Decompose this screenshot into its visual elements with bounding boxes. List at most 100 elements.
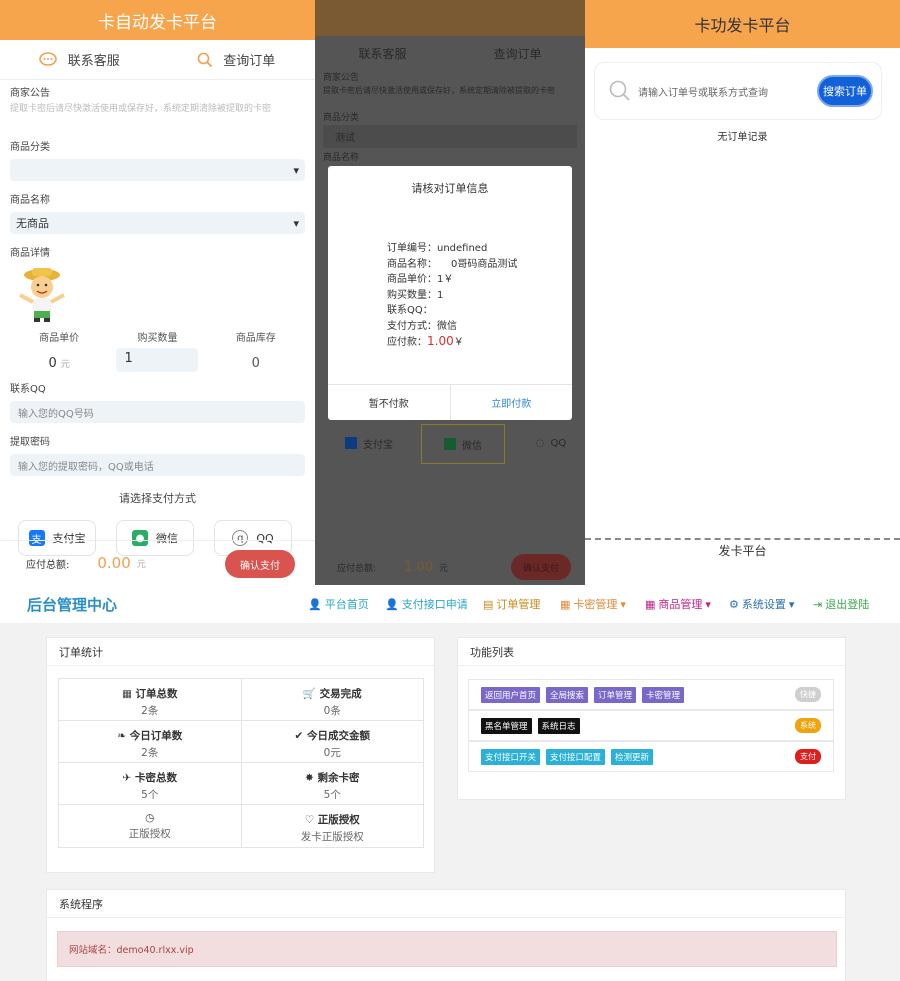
dimmed-total-label: 应付总额: [337, 564, 377, 574]
cart-icon: 🛒 [302, 688, 320, 700]
qty-col: 购买数量 1 [108, 329, 206, 372]
stat-label: 今日成交金额 [306, 730, 370, 742]
product-select[interactable]: 无商品 ▾ [10, 212, 305, 234]
stat-cell: ❧ 今日订单数 2条 [59, 721, 242, 762]
modal-product-name-label: 商品名称： [387, 258, 437, 270]
chat-bubble-icon [38, 51, 58, 68]
blacklist-tag[interactable]: 黑名单管理 [481, 717, 532, 734]
modal-pay-now-button[interactable]: 立即付款 [451, 385, 573, 420]
order-search-input[interactable]: 请输入订单号或联系方式查询 [638, 84, 768, 99]
bottom-platform-title: 发卡平台 [585, 540, 900, 585]
notice-label: 商家公告 [10, 88, 50, 99]
order-confirm-panel: 联系客服 查询订单 商家公告 提取卡密后请尽快激活使用或保存好，系统定期清除被提… [315, 0, 585, 585]
total-label: 应付总额: [26, 559, 70, 571]
qq-input[interactable]: 输入您的QQ号码 [10, 401, 305, 423]
query-header-title: 卡功发卡平台 [585, 0, 900, 48]
pay-badge: 支付 [795, 749, 821, 764]
dimmed-qq-label: QQ [550, 437, 567, 449]
card-icon: ▦ [560, 597, 571, 611]
check-update-tag[interactable]: 检测更新 [611, 748, 654, 765]
modal-order-details: 订单编号：undefined 商品名称： 0哥码商品测试 商品单价：1￥ 购买数量… [387, 241, 517, 351]
caret-down-icon: ▾ [620, 597, 626, 611]
nav-logout[interactable]: ⇥ 退出登陆 [813, 596, 869, 612]
stat-value: 0元 [323, 747, 341, 759]
function-row-system: 黑名单管理 系统日志 系统 [468, 710, 834, 741]
asterisk-icon: ✸ [305, 772, 318, 784]
dimmed-header [315, 0, 585, 36]
confirm-pay-button[interactable]: 确认支付 [225, 550, 295, 578]
back-to-home-tag[interactable]: 返回用户首页 [481, 686, 541, 703]
order-confirm-modal: 请核对订单信息 订单编号：undefined 商品名称： 0哥码商品测试 商品单价… [328, 166, 572, 420]
stat-cell: 🛒 交易完成 0条 [242, 679, 424, 720]
alipay-icon [345, 437, 357, 449]
heart-icon: ♡ [304, 814, 318, 826]
nav-settings[interactable]: ⚙ 系统设置 ▾ [729, 596, 794, 612]
leaf-icon: ❧ [117, 730, 130, 742]
nav-home[interactable]: 👤 平台首页 [308, 596, 369, 612]
logout-icon: ⇥ [813, 597, 823, 611]
price-value: 0 [48, 356, 57, 371]
order-stats-grid: ▦ 订单总数 2条 🛒 交易完成 0条 ❧ 今日订单数 2条 ✔ 今日成交金额 0元 ✈… [58, 678, 424, 848]
clock-icon: ◷ [145, 812, 155, 824]
list-icon: ▤ [483, 597, 494, 611]
modal-product-name: 商品名称： 0哥码商品测试 [387, 257, 517, 273]
global-search-tag[interactable]: 全局搜索 [546, 686, 589, 703]
modal-unit-price: 商品单价：1￥ [387, 274, 454, 285]
nav-home-label: 平台首页 [324, 598, 369, 611]
qty-input[interactable]: 1 [116, 348, 199, 372]
order-search-box: 请输入订单号或联系方式查询 搜索订单 [594, 62, 882, 120]
qq-label: 联系QQ [10, 384, 46, 395]
stock-col: 商品库存 0 [207, 329, 305, 372]
nav-cards[interactable]: ▦ 卡密管理 ▾ [560, 596, 626, 612]
search-order-button[interactable]: 搜索订单 [817, 75, 873, 107]
stat-label: 订单总数 [135, 688, 178, 700]
nav-orders[interactable]: ▤ 订单管理 [483, 596, 540, 612]
contact-service-label: 联系客服 [67, 54, 120, 69]
site-domain-alert: 网站域名：demo40.rlxx.vip [57, 931, 837, 967]
pay-config-tag[interactable]: 支付接口配置 [546, 748, 606, 765]
function-row-pay: 支付接口开关 支付接口配置 检测更新 支付 [468, 741, 834, 772]
function-row-quick: 返回用户首页 全局搜索 订单管理 卡密管理 快捷 [468, 679, 834, 710]
plane-icon: ✈ [122, 772, 135, 784]
admin-navbar: 后台管理中心 👤 平台首页 👤 支付接口申请 ▤ 订单管理 ▦ 卡密管理 ▾ ▦ 商品管理 ▾… [0, 585, 900, 623]
nav-orders-label: 订单管理 [496, 598, 541, 611]
nav-products[interactable]: ▦ 商品管理 ▾ [645, 596, 711, 612]
pay-switch-tag[interactable]: 支付接口开关 [481, 748, 541, 765]
modal-cancel-button[interactable]: 暂不付款 [328, 385, 451, 420]
modal-qq: 联系QQ： [387, 305, 433, 316]
card-manage-tag[interactable]: 卡密管理 [642, 686, 685, 703]
nav-cards-label: 卡密管理 [573, 598, 618, 611]
stat-cell: ✈ 卡密总数 5个 [59, 763, 242, 804]
stat-value: 2条 [141, 747, 159, 759]
dimmed-total-unit: 元 [439, 564, 449, 574]
user-icon: 👤 [308, 597, 322, 611]
pwd-input[interactable]: 输入您的提取密码，QQ或电话 [10, 454, 305, 476]
dimmed-notice-label: 商家公告 [323, 73, 360, 83]
query-order-tab[interactable]: 查询订单 [158, 40, 316, 79]
contact-service-tab[interactable]: 联系客服 [0, 40, 158, 79]
nav-pay-apply[interactable]: 👤 支付接口申请 [385, 596, 468, 612]
shop-header-title: 卡自动发卡平台 [0, 0, 315, 40]
order-manage-tag[interactable]: 订单管理 [594, 686, 637, 703]
modal-product-name-value: 0哥码商品测试 [451, 258, 518, 270]
dimmed-confirm-button: 确认支付 [511, 554, 571, 580]
pay-method-title: 请选择支付方式 [119, 492, 196, 505]
admin-brand[interactable]: 后台管理中心 [27, 594, 117, 615]
caret-down-icon: ▾ [705, 597, 711, 611]
dimmed-category-select: 测试 [323, 125, 577, 148]
modal-due-value: 1.00 [427, 334, 454, 348]
system-log-tag[interactable]: 系统日志 [537, 717, 580, 734]
system-program-card: 系统程序 网站域名：demo40.rlxx.vip [46, 889, 846, 981]
dimmed-tabs: 联系客服 查询订单 [315, 36, 585, 70]
wechat-icon [444, 438, 456, 450]
shop-top-tabs: 联系客服 查询订单 [0, 40, 315, 80]
dimmed-footer: 应付总额: 1.00 元 确认支付 [315, 550, 585, 585]
modal-buttons: 暂不付款 立即付款 [328, 384, 572, 420]
nav-logout-label: 退出登陆 [825, 598, 870, 611]
modal-due-label: 应付款： [387, 337, 427, 348]
stock-label: 商品库存 [235, 333, 276, 344]
category-select[interactable]: ▾ [10, 159, 305, 181]
chevron-down-icon: ▾ [293, 216, 299, 230]
stat-cell: ✸ 剩余卡密 5个 [242, 763, 424, 804]
stat-value: 正版授权 [128, 828, 171, 840]
